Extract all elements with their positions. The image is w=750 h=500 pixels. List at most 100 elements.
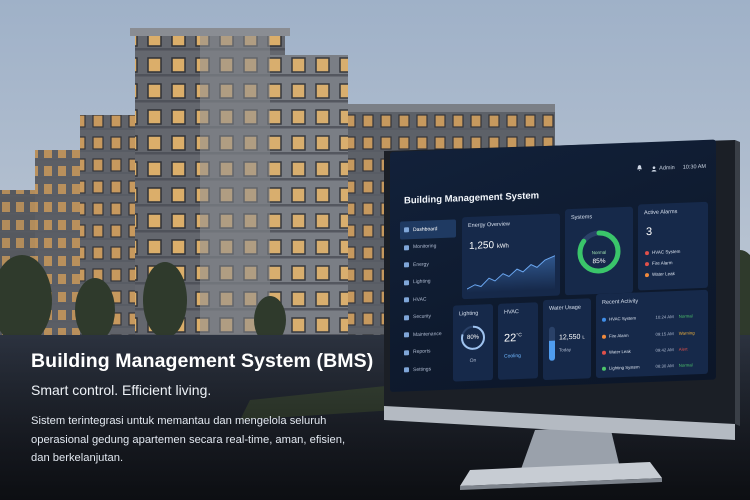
activity-time: 09:42 AM [655,347,674,353]
list-item[interactable]: Lighting System 08:30 AM Normal [602,362,702,371]
dashboard-title: Building Management System [404,190,540,207]
list-item[interactable]: Fire Alarm 09:15 AM Warning [602,330,702,339]
activity-time: 08:30 AM [655,363,674,369]
alert-icon [645,250,649,255]
card-title: Lighting [459,310,479,318]
systems-status-card[interactable]: Systems Normal 85% [565,206,633,296]
user-menu[interactable]: Admin [651,165,675,172]
hvac-temp-unit: °C [516,332,522,339]
gear-icon [404,367,409,373]
water-drop-icon [602,350,606,355]
sidebar-item-label: Energy [413,261,429,268]
lighting-percent: 80% [466,334,479,342]
card-title: Active Alarms [644,208,678,217]
card-title: Systems [571,214,593,222]
card-title: Energy Overview [468,221,510,230]
activity-name: HVAC System [609,315,637,322]
fire-icon [645,261,649,266]
sidebar-item-settings[interactable]: Settings [400,359,456,379]
list-item[interactable]: HVAC System 10:24 AM Normal [602,313,702,322]
activity-name: Water Leak [609,348,631,355]
water-number: 12,550 [559,333,581,342]
bms-dashboard-screen: Admin 10:30 AM Building Management Syste… [390,139,716,392]
bulb-icon [404,280,409,286]
dashboard-icon [404,227,409,233]
sidebar-item-label: Monitoring [413,243,437,251]
hvac-temperature: 22°C [504,332,522,345]
alarm-label: Fire Alarm [652,260,673,266]
sidebar-item-security[interactable]: Security [400,307,456,327]
sidebar-item-maintenance[interactable]: Maintenance [400,324,456,344]
sidebar-item-lighting[interactable]: Lighting [400,272,456,292]
energy-value: 1,250 kWh [469,239,509,252]
activity-time: 09:15 AM [655,331,674,337]
sidebar-item-label: Settings [413,366,432,373]
lightning-icon [404,262,409,268]
lighting-card[interactable]: Lighting 80% On [453,304,493,382]
hero-description: Sistem terintegrasi untuk memantau dan m… [31,415,346,464]
hvac-mode: Cooling [504,352,521,360]
energy-unit: kWh [496,243,509,250]
recent-activity-card[interactable]: Recent Activity HVAC System 10:24 AM Nor… [596,289,708,379]
energy-sparkline [467,255,555,294]
sidebar-item-label: Dashboard [413,225,438,233]
sidebar-item-label: Lighting [413,278,431,286]
alarm-label: HVAC System [652,248,681,255]
activity-status: Warning [678,330,695,336]
active-alarms-card[interactable]: Active Alarms 3 HVAC System Fire Alarm W… [638,201,708,291]
bulb-icon [602,366,606,371]
hvac-icon [602,317,606,322]
monitor-icon [404,245,409,251]
card-title: Recent Activity [602,298,639,306]
sidebar-item-label: HVAC [413,296,427,303]
hero-title: Building Management System (BMS) [31,350,374,372]
water-drop-icon [645,272,649,277]
sidebar-item-reports[interactable]: Reports [400,342,456,362]
list-item[interactable]: Water Leak 09:42 AM Alert [602,346,702,355]
activity-name: Lighting System [609,364,640,371]
alarm-item[interactable]: Water Leak [645,271,675,277]
dashboard-sidebar: Dashboard Monitoring Energy Lighting HVA… [400,219,456,379]
activity-time: 10:24 AM [655,314,674,320]
sidebar-item-monitoring[interactable]: Monitoring [400,237,456,257]
water-value: 12,550 L [559,334,585,342]
alarm-label: Water Leak [652,271,675,277]
alarm-item[interactable]: HVAC System [645,249,680,255]
clock-time: 10:30 AM [682,163,706,171]
water-level-fill [549,340,555,361]
water-level-bar [549,326,555,361]
bell-icon[interactable] [636,164,643,173]
energy-number: 1,250 [469,240,495,252]
activity-name: Fire Alarm [609,332,629,339]
activity-status: Alert [678,346,688,352]
dashboard-topbar: Admin 10:30 AM [636,162,706,174]
sidebar-item-label: Maintenance [413,330,442,338]
report-icon [404,350,409,356]
fire-icon [602,334,606,339]
sidebar-item-label: Security [413,313,432,321]
alarm-item[interactable]: Fire Alarm [645,260,673,266]
shield-icon [404,315,409,321]
sidebar-item-label: Reports [413,348,431,356]
hero-text-block: Building Management System (BMS) Smart c… [31,350,391,468]
fan-icon [404,297,409,303]
user-icon [651,165,657,172]
energy-overview-card[interactable]: Energy Overview 1,250 kWh [462,213,560,300]
lighting-state: On [469,357,477,364]
wrench-icon [404,332,409,338]
card-title: HVAC [504,309,519,316]
hero-subtitle: Smart control. Efficient living. [31,382,212,398]
hvac-card[interactable]: HVAC 22°C Cooling [498,302,538,380]
sidebar-item-dashboard[interactable]: Dashboard [400,219,456,240]
water-period: Today [559,347,572,353]
water-usage-card[interactable]: Water Usage 12,550 L Today [543,298,591,381]
activity-status: Normal [678,313,693,319]
activity-status: Normal [678,362,693,368]
alarm-count: 3 [646,225,653,239]
sidebar-item-hvac[interactable]: HVAC [400,289,456,309]
card-title: Water Usage [549,304,581,312]
water-unit: L [582,334,585,340]
sidebar-item-energy[interactable]: Energy [400,254,456,274]
user-name: Admin [659,164,675,172]
hvac-temp-value: 22 [504,332,517,345]
